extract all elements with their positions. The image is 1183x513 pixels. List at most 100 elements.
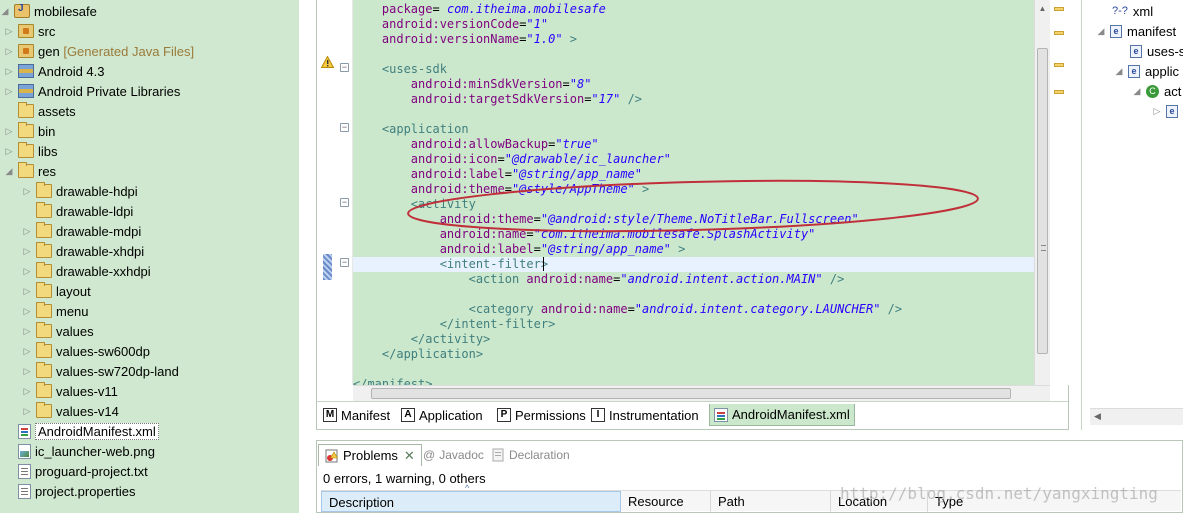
tab-javadoc[interactable]: @ Javadoc [423, 444, 484, 466]
expand-arrow-icon[interactable]: ▷ [22, 186, 32, 197]
tree-item-src[interactable]: ▷ src [0, 21, 299, 41]
expand-arrow-icon[interactable]: ▷ [4, 26, 14, 37]
warning-icon[interactable] [321, 56, 334, 68]
code-line[interactable]: android:targetSdkVersion="17" /> [353, 92, 1034, 107]
code-line[interactable] [353, 107, 1034, 122]
column-header-resource[interactable]: Resource [621, 491, 711, 512]
code-line[interactable]: <action android:name="android.intent.act… [353, 272, 1034, 287]
expand-arrow-icon[interactable]: ▷ [22, 286, 32, 297]
code-line[interactable]: <uses-sdk [353, 62, 1034, 77]
tree-item-project-properties[interactable]: project.properties [0, 481, 299, 501]
expand-arrow-icon[interactable]: ▷ [4, 146, 14, 157]
tree-item-drawable-hdpi[interactable]: ▷ drawable-hdpi [0, 181, 299, 201]
column-header-description[interactable]: Description [321, 491, 621, 512]
fold-collapse-icon[interactable]: − [340, 198, 349, 207]
column-header-path[interactable]: Path [711, 491, 831, 512]
collapse-arrow-icon[interactable]: ◢ [1114, 66, 1124, 77]
code-line[interactable]: </manifest> [353, 377, 1034, 385]
expand-arrow-icon[interactable]: ▷ [4, 46, 14, 57]
tree-item-drawable-xxhdpi[interactable]: ▷ drawable-xxhdpi [0, 261, 299, 281]
tree-item-values-sw600dp[interactable]: ▷ values-sw600dp [0, 341, 299, 361]
outline-item-uses-sdk[interactable]: e uses-s [1130, 41, 1183, 61]
tree-item-values[interactable]: ▷ values [0, 321, 299, 341]
expand-arrow-icon[interactable]: ▷ [4, 86, 14, 97]
tree-item-proguard-project-txt[interactable]: proguard-project.txt [0, 461, 299, 481]
outline-horizontal-scrollbar[interactable]: ◀ [1090, 408, 1183, 425]
tab-problems[interactable]: Problems ✕ [318, 444, 422, 466]
expand-arrow-icon[interactable]: ▷ [22, 226, 32, 237]
code-line[interactable] [353, 47, 1034, 62]
tab-application[interactable]: A Application [401, 404, 483, 426]
outline-item-intent-filter[interactable]: ▷ e [1152, 101, 1183, 121]
scroll-up-arrow-icon[interactable]: ▲ [1038, 4, 1047, 13]
scrollbar-thumb[interactable] [371, 388, 1011, 399]
code-line[interactable]: <activity [353, 197, 1034, 212]
tree-item-mobilesafe[interactable]: ◢ mobilesafe [0, 1, 299, 21]
tab-permissions[interactable]: P Permissions [497, 404, 586, 426]
outline-item-application[interactable]: ◢ e applic [1114, 61, 1179, 81]
tab-instrumentation[interactable]: I Instrumentation [591, 404, 699, 426]
code-line[interactable]: android:name="com.itheima.mobilesafe.Spl… [353, 227, 1034, 242]
tree-item-res[interactable]: ◢ res [0, 161, 299, 181]
code-line[interactable]: android:label="@string/app_name" > [353, 242, 1034, 257]
overview-marker[interactable] [1054, 90, 1064, 94]
code-line[interactable]: android:theme="@android:style/Theme.NoTi… [353, 212, 1034, 227]
expand-arrow-icon[interactable]: ▷ [22, 306, 32, 317]
expand-arrow-icon[interactable]: ▷ [4, 66, 14, 77]
code-line[interactable]: android:versionName="1.0" > [353, 32, 1034, 47]
scrollbar-thumb[interactable] [1037, 48, 1048, 354]
fold-collapse-icon[interactable]: − [340, 63, 349, 72]
tree-item-drawable-mdpi[interactable]: ▷ drawable-mdpi [0, 221, 299, 241]
overview-marker[interactable] [1054, 7, 1064, 11]
code-line[interactable]: android:theme="@style/AppTheme" > [353, 182, 1034, 197]
overview-marker[interactable] [1054, 63, 1064, 67]
code-line[interactable]: </application> [353, 347, 1034, 362]
tree-item-ic-launcher-web-png[interactable]: ic_launcher-web.png [0, 441, 299, 461]
tree-item-libs[interactable]: ▷ libs [0, 141, 299, 161]
tree-item-menu[interactable]: ▷ menu [0, 301, 299, 321]
code-line-current[interactable]: <intent-filter> [353, 257, 1034, 272]
tree-item-assets[interactable]: assets [0, 101, 299, 121]
tree-item-values-v14[interactable]: ▷ values-v14 [0, 401, 299, 421]
tree-item-gen[interactable]: ▷ gen [Generated Java Files] [0, 41, 299, 61]
expand-arrow-icon[interactable]: ▷ [22, 266, 32, 277]
code-line[interactable]: </activity> [353, 332, 1034, 347]
scroll-left-arrow-icon[interactable]: ◀ [1094, 411, 1101, 422]
expand-arrow-icon[interactable]: ▷ [1152, 106, 1162, 117]
code-line[interactable]: <category android:name="android.intent.c… [353, 302, 1034, 317]
tab-declaration[interactable]: Declaration [491, 444, 570, 466]
collapse-arrow-icon[interactable]: ◢ [1132, 86, 1142, 97]
code-line[interactable]: package= com.itheima.mobilesafe [353, 2, 1034, 17]
tree-item-drawable-ldpi[interactable]: drawable-ldpi [0, 201, 299, 221]
outline-item-xml[interactable]: ?-? xml [1112, 1, 1153, 21]
collapse-arrow-icon[interactable]: ◢ [1096, 26, 1106, 37]
code-line[interactable]: android:minSdkVersion="8" [353, 77, 1034, 92]
tree-item-android-4-3[interactable]: ▷ Android 4.3 [0, 61, 299, 81]
code-line[interactable]: android:icon="@drawable/ic_launcher" [353, 152, 1034, 167]
tree-item-bin[interactable]: ▷ bin [0, 121, 299, 141]
code-line[interactable]: <application [353, 122, 1034, 137]
expand-arrow-icon[interactable]: ▷ [22, 406, 32, 417]
expand-arrow-icon[interactable]: ▷ [22, 246, 32, 257]
tree-item-values-v11[interactable]: ▷ values-v11 [0, 381, 299, 401]
tree-item-values-sw720dp-land[interactable]: ▷ values-sw720dp-land [0, 361, 299, 381]
code-line[interactable]: android:label="@string/app_name" [353, 167, 1034, 182]
close-icon[interactable]: ✕ [404, 448, 415, 464]
horizontal-scrollbar[interactable] [353, 385, 1050, 401]
outline-item-activity[interactable]: ◢ Cact [1132, 81, 1182, 101]
tab-manifest[interactable]: M Manifest [323, 404, 390, 426]
expand-arrow-icon[interactable]: ▷ [22, 386, 32, 397]
expand-arrow-icon[interactable]: ▷ [4, 126, 14, 137]
code-area[interactable]: package= com.itheima.mobilesafe android:… [353, 0, 1034, 385]
expand-arrow-icon[interactable]: ▷ [22, 326, 32, 337]
overview-marker[interactable] [1054, 31, 1064, 35]
tab-androidmanifest-xml[interactable]: AndroidManifest.xml [709, 404, 855, 426]
tree-item-drawable-xhdpi[interactable]: ▷ drawable-xhdpi [0, 241, 299, 261]
fold-collapse-icon[interactable]: − [340, 123, 349, 132]
code-line[interactable] [353, 287, 1034, 302]
fold-collapse-icon[interactable]: − [340, 258, 349, 267]
vertical-scrollbar[interactable]: ▲ [1034, 0, 1050, 385]
collapse-arrow-icon[interactable]: ◢ [4, 166, 14, 177]
collapse-arrow-icon[interactable]: ◢ [0, 6, 10, 17]
code-line[interactable]: android:versionCode="1" [353, 17, 1034, 32]
